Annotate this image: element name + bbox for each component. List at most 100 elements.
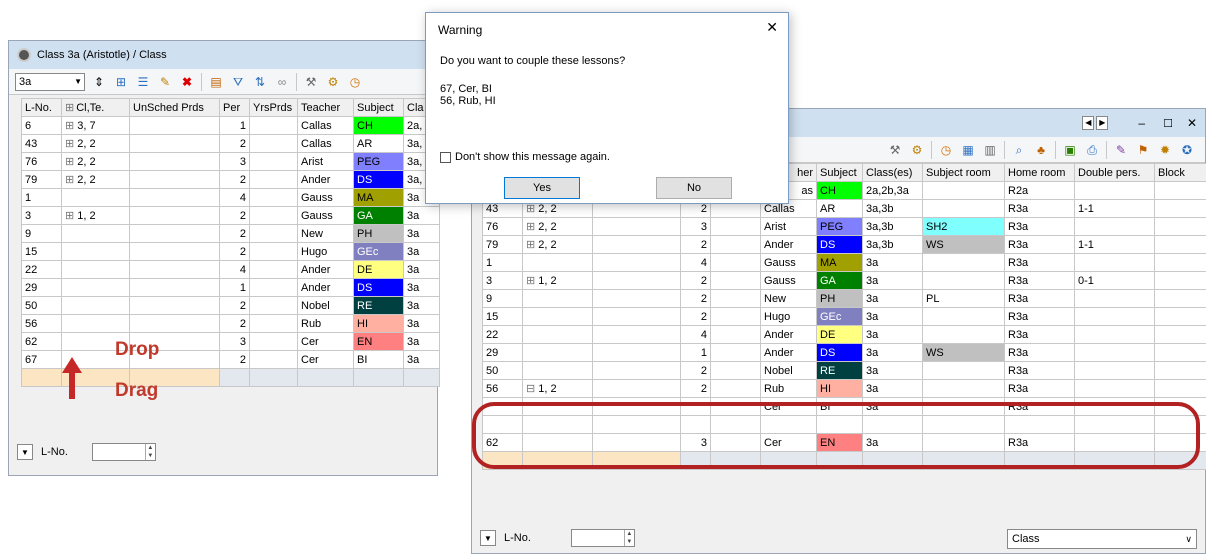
per-cell[interactable] — [680, 415, 711, 434]
classes-cell[interactable]: 3a — [862, 433, 923, 452]
per-cell[interactable]: 4 — [219, 260, 250, 279]
expand-icon[interactable]: ⊞ — [65, 102, 74, 114]
classes-cell[interactable]: 3a — [862, 379, 923, 398]
table-row[interactable]: 62 3 Cer EN 3a — [21, 332, 440, 351]
subject-cell[interactable]: DE — [816, 325, 863, 344]
class-cell[interactable]: 3a — [403, 206, 440, 225]
yrsprds-cell[interactable] — [710, 379, 761, 398]
subject-room-cell[interactable]: SH2 — [922, 217, 1005, 236]
teacher-cell[interactable]: Arist — [297, 152, 354, 171]
classes-cell[interactable]: 3a,3b — [862, 217, 923, 236]
subject-room-cell[interactable]: WS — [922, 235, 1005, 254]
column-header[interactable]: Subject — [353, 98, 404, 117]
classes-cell[interactable]: 3a,3b — [862, 235, 923, 254]
subject-cell[interactable]: HI — [816, 379, 863, 398]
double-pers-cell[interactable] — [1074, 289, 1155, 308]
classes-cell[interactable]: 3a — [862, 253, 923, 272]
cl-te-cell[interactable]: ⊞ 2, 2 — [61, 134, 130, 153]
double-pers-cell[interactable] — [1074, 325, 1155, 344]
column-header[interactable]: Teacher — [297, 98, 354, 117]
teacher-cell[interactable]: Cer — [760, 397, 817, 416]
teacher-cell[interactable]: Gauss — [760, 271, 817, 290]
unsched-cell[interactable] — [129, 278, 220, 297]
lno-cell[interactable]: 79 — [482, 235, 523, 254]
filter-icon[interactable]: ⛛ — [230, 74, 246, 90]
lno-cell[interactable]: 1 — [482, 253, 523, 272]
classes-cell[interactable] — [862, 415, 923, 434]
cl-te-cell[interactable]: ⊞ 2, 2 — [522, 217, 593, 236]
nav-prev-icon[interactable]: ◀ — [1082, 116, 1095, 130]
subject-cell[interactable]: PH — [353, 224, 404, 243]
minimize-icon[interactable]: – — [1138, 116, 1145, 130]
table-row[interactable]: 1 4 Gauss MA 3a — [21, 188, 440, 207]
classes-cell[interactable]: 3a,3b — [862, 199, 923, 218]
table-row[interactable]: 15 2 Hugo GEc 3a R3a — [482, 307, 1206, 326]
blank-cell[interactable] — [522, 451, 593, 470]
lno-cell[interactable]: 9 — [21, 224, 62, 243]
unsched-cell[interactable] — [592, 397, 681, 416]
unsched-cell[interactable] — [592, 361, 681, 380]
yrsprds-cell[interactable] — [710, 325, 761, 344]
cl-te-cell[interactable] — [522, 433, 593, 452]
subject-room-cell[interactable] — [922, 397, 1005, 416]
lno-spinner-input[interactable]: ▲ ▼ — [91, 443, 156, 461]
table-row[interactable]: Cer BI 3a R3a — [482, 397, 1206, 416]
table-row[interactable]: 62 3 Cer EN 3a R3a — [482, 433, 1206, 452]
teacher-cell[interactable] — [760, 415, 817, 434]
yrsprds-cell[interactable] — [710, 253, 761, 272]
lno-cell[interactable]: 56 — [482, 379, 523, 398]
expand-icon[interactable]: ⊞ — [65, 174, 74, 186]
cl-te-cell[interactable] — [522, 415, 593, 434]
cl-te-cell[interactable] — [522, 289, 593, 308]
subject-cell[interactable]: GEc — [816, 307, 863, 326]
chevron-down-icon[interactable]: ▼ — [17, 444, 33, 460]
table-row[interactable]: 22 4 Ander DE 3a R3a — [482, 325, 1206, 344]
per-cell[interactable]: 3 — [680, 433, 711, 452]
block-cell[interactable] — [1154, 253, 1206, 272]
column-header[interactable]: Double pers. — [1074, 163, 1155, 182]
blank-cell[interactable] — [922, 451, 1005, 470]
class-cell[interactable]: 3a — [403, 242, 440, 261]
table-row[interactable]: 1 4 Gauss MA 3a R3a — [482, 253, 1206, 272]
yrsprds-cell[interactable] — [249, 296, 298, 315]
teacher-cell[interactable]: Arist — [760, 217, 817, 236]
yrsprds-cell[interactable] — [249, 242, 298, 261]
subject-cell[interactable]: DE — [353, 260, 404, 279]
table-row[interactable]: 50 2 Nobel RE 3a — [21, 296, 440, 315]
cl-te-cell[interactable] — [522, 253, 593, 272]
expand-icon[interactable]: ⊞ — [526, 221, 535, 233]
unsched-cell[interactable] — [129, 188, 220, 207]
classes-cell[interactable]: 3a — [862, 289, 923, 308]
add-grid-icon[interactable]: ⊞ — [113, 74, 129, 90]
subject-cell[interactable]: EN — [816, 433, 863, 452]
subject-room-cell[interactable] — [922, 199, 1005, 218]
subject-cell[interactable]: MA — [816, 253, 863, 272]
subject-cell[interactable]: EN — [353, 332, 404, 351]
classes-cell[interactable]: 3a — [862, 271, 923, 290]
home-room-cell[interactable]: R3a — [1004, 397, 1075, 416]
magic-wand-icon[interactable]: ⚒ — [303, 74, 319, 90]
column-header[interactable]: Per — [219, 98, 250, 117]
lno-cell[interactable]: 79 — [21, 170, 62, 189]
block-cell[interactable] — [1154, 235, 1206, 254]
column-header[interactable]: Subject — [816, 163, 863, 182]
blank-cell[interactable] — [21, 368, 62, 387]
subject-cell[interactable]: RE — [816, 361, 863, 380]
class-cell[interactable]: 3a — [403, 260, 440, 279]
blank-cell[interactable] — [353, 368, 404, 387]
clock-icon[interactable]: ◷ — [938, 142, 954, 158]
home-room-cell[interactable]: R3a — [1004, 325, 1075, 344]
double-pers-cell[interactable] — [1074, 361, 1155, 380]
table-row[interactable]: 3 ⊞ 1, 2 2 Gauss GA 3a R3a 0-1 — [482, 271, 1206, 290]
subject-cell[interactable]: GA — [816, 271, 863, 290]
yrsprds-cell[interactable] — [710, 397, 761, 416]
home-room-cell[interactable]: R3a — [1004, 217, 1075, 236]
subject-cell[interactable] — [816, 415, 863, 434]
cl-te-cell[interactable]: ⊞ 3, 7 — [61, 116, 130, 135]
subject-cell[interactable]: PEG — [353, 152, 404, 171]
per-cell[interactable]: 2 — [219, 206, 250, 225]
block-cell[interactable] — [1154, 343, 1206, 362]
cl-te-cell[interactable] — [522, 397, 593, 416]
teacher-cell[interactable]: Nobel — [297, 296, 354, 315]
table-row[interactable]: 15 2 Hugo GEc 3a — [21, 242, 440, 261]
